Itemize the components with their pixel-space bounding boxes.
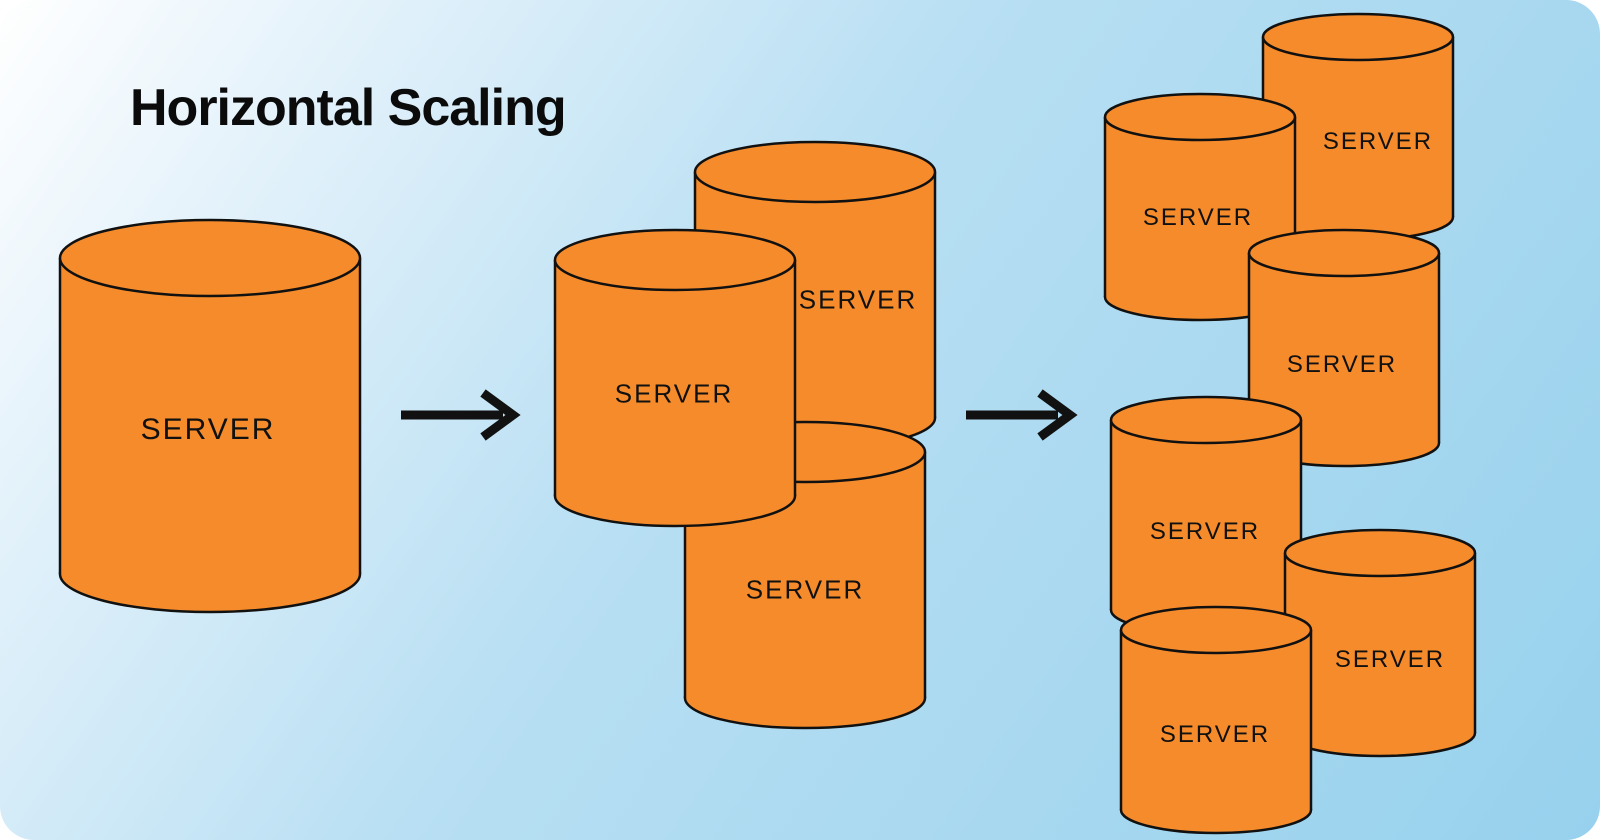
server-label: SERVER — [1287, 351, 1397, 379]
arrow-icon — [395, 385, 525, 445]
server-label: SERVER — [1335, 646, 1445, 674]
server-label: SERVER — [1323, 128, 1433, 156]
server-label: SERVER — [1143, 204, 1253, 232]
arrow-icon — [960, 385, 1080, 445]
server-cylinder — [1106, 395, 1306, 635]
server-label: SERVER — [615, 379, 733, 410]
server-cylinder — [1116, 605, 1316, 835]
diagram-title: Horizontal Scaling — [130, 78, 566, 138]
server-label: SERVER — [1150, 518, 1260, 546]
server-label: SERVER — [141, 413, 276, 447]
server-label: SERVER — [1160, 721, 1270, 749]
server-label: SERVER — [746, 575, 864, 606]
server-label: SERVER — [799, 285, 917, 316]
diagram-canvas: Horizontal Scaling SERVER SERVER SERVER — [0, 0, 1600, 840]
